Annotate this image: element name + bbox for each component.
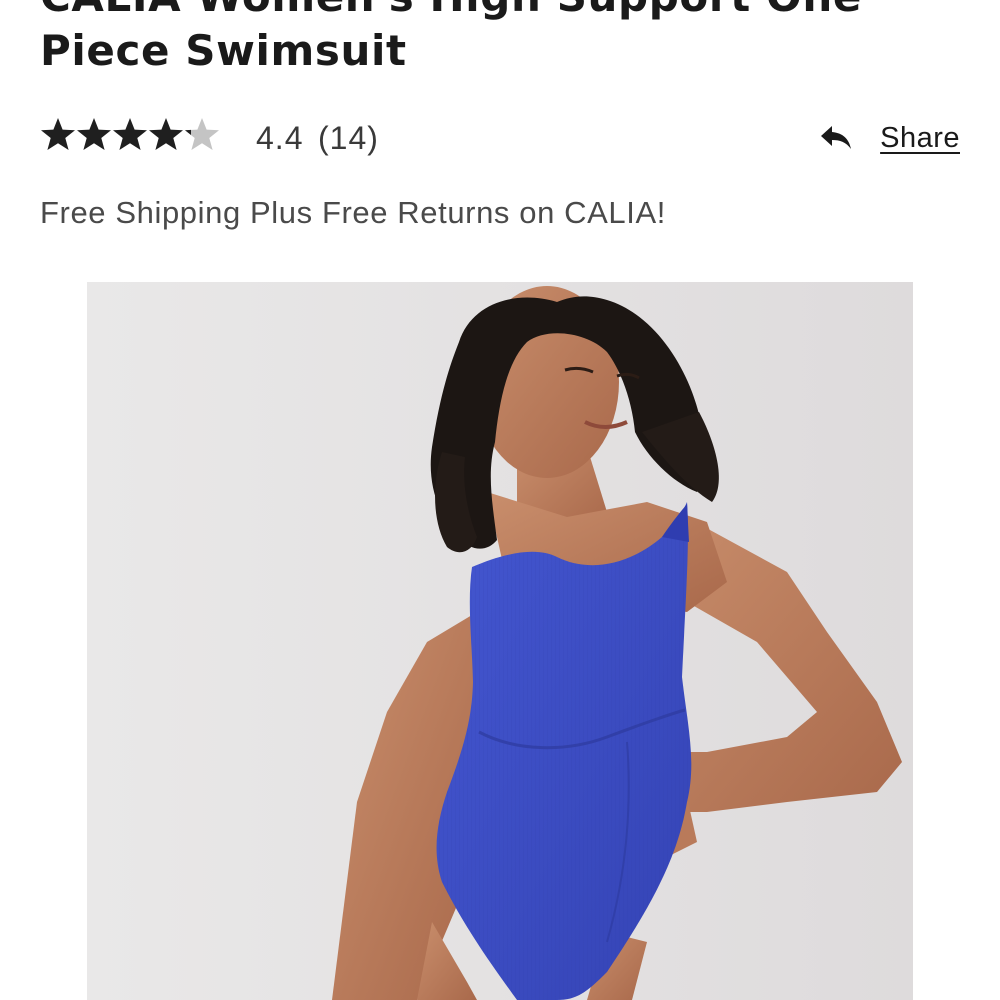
star-icon xyxy=(77,118,111,150)
star-icon xyxy=(113,118,147,150)
review-count-link[interactable]: (14) xyxy=(318,118,379,158)
share-button[interactable]: Share xyxy=(820,118,960,158)
reply-arrow-icon xyxy=(821,126,852,149)
product-photo xyxy=(87,282,913,1000)
shipping-message: Free Shipping Plus Free Returns on CALIA… xyxy=(40,195,666,230)
product-image[interactable] xyxy=(87,282,913,1000)
rating-row: 4.4 (14) Share xyxy=(40,112,960,162)
star-rating[interactable] xyxy=(40,116,220,156)
star-partial-icon xyxy=(185,118,219,150)
product-title: CALIA Women's High Support One Piece Swi… xyxy=(40,0,861,75)
star-icon xyxy=(149,118,183,150)
star-icon xyxy=(41,118,75,150)
star-rating-icons xyxy=(41,118,219,150)
rating-value: 4.4 xyxy=(256,120,304,156)
share-label: Share xyxy=(880,122,960,154)
